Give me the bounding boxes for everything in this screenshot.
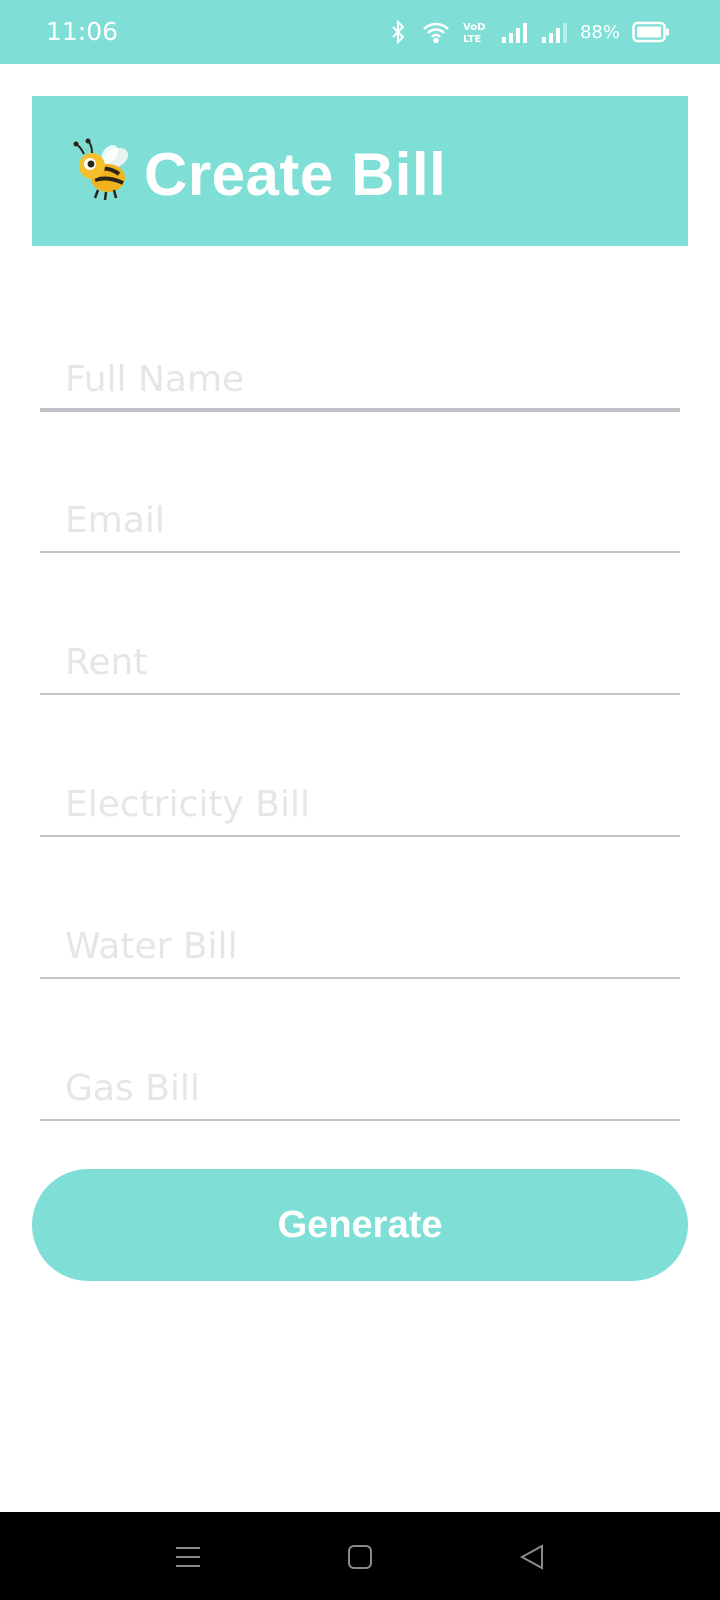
field-underline: [40, 693, 680, 695]
full-name-input[interactable]: [40, 332, 680, 412]
gas-bill-field[interactable]: [40, 1041, 680, 1121]
email-input[interactable]: [40, 473, 680, 553]
bee-icon: [70, 138, 136, 204]
volte-icon: VoD LTE: [462, 20, 488, 44]
water-bill-field[interactable]: [40, 899, 680, 979]
field-underline: [40, 551, 680, 553]
battery-percent: 88%: [579, 21, 620, 43]
generate-button[interactable]: Generate: [32, 1169, 688, 1281]
back-icon[interactable]: [507, 1532, 557, 1582]
email-field[interactable]: [40, 473, 680, 553]
status-bar: 11:06 VoD LTE 88%: [0, 0, 720, 64]
signal-icon: [540, 21, 568, 43]
status-icons: VoD LTE 88%: [386, 18, 670, 46]
field-underline: [40, 1119, 680, 1121]
battery-icon: [632, 21, 670, 43]
bluetooth-icon: [386, 20, 410, 44]
field-underline: [40, 408, 680, 412]
electricity-bill-field[interactable]: [40, 757, 680, 837]
rent-field[interactable]: [40, 615, 680, 695]
status-time: 11:06: [46, 17, 119, 46]
electricity-bill-input[interactable]: [40, 757, 680, 837]
svg-text:VoD: VoD: [463, 22, 485, 33]
field-underline: [40, 835, 680, 837]
system-nav-bar: [0, 1512, 720, 1600]
gas-bill-input[interactable]: [40, 1041, 680, 1121]
app-header: Create Bill: [32, 96, 688, 246]
wifi-icon: [422, 21, 450, 43]
menu-icon[interactable]: [163, 1532, 213, 1582]
page-title: Create Bill: [144, 141, 447, 208]
field-underline: [40, 977, 680, 979]
full-name-field[interactable]: [40, 332, 680, 412]
water-bill-input[interactable]: [40, 899, 680, 979]
rent-input[interactable]: [40, 615, 680, 695]
svg-text:LTE: LTE: [463, 34, 482, 44]
home-icon[interactable]: [335, 1532, 385, 1582]
signal-icon: [500, 21, 528, 43]
